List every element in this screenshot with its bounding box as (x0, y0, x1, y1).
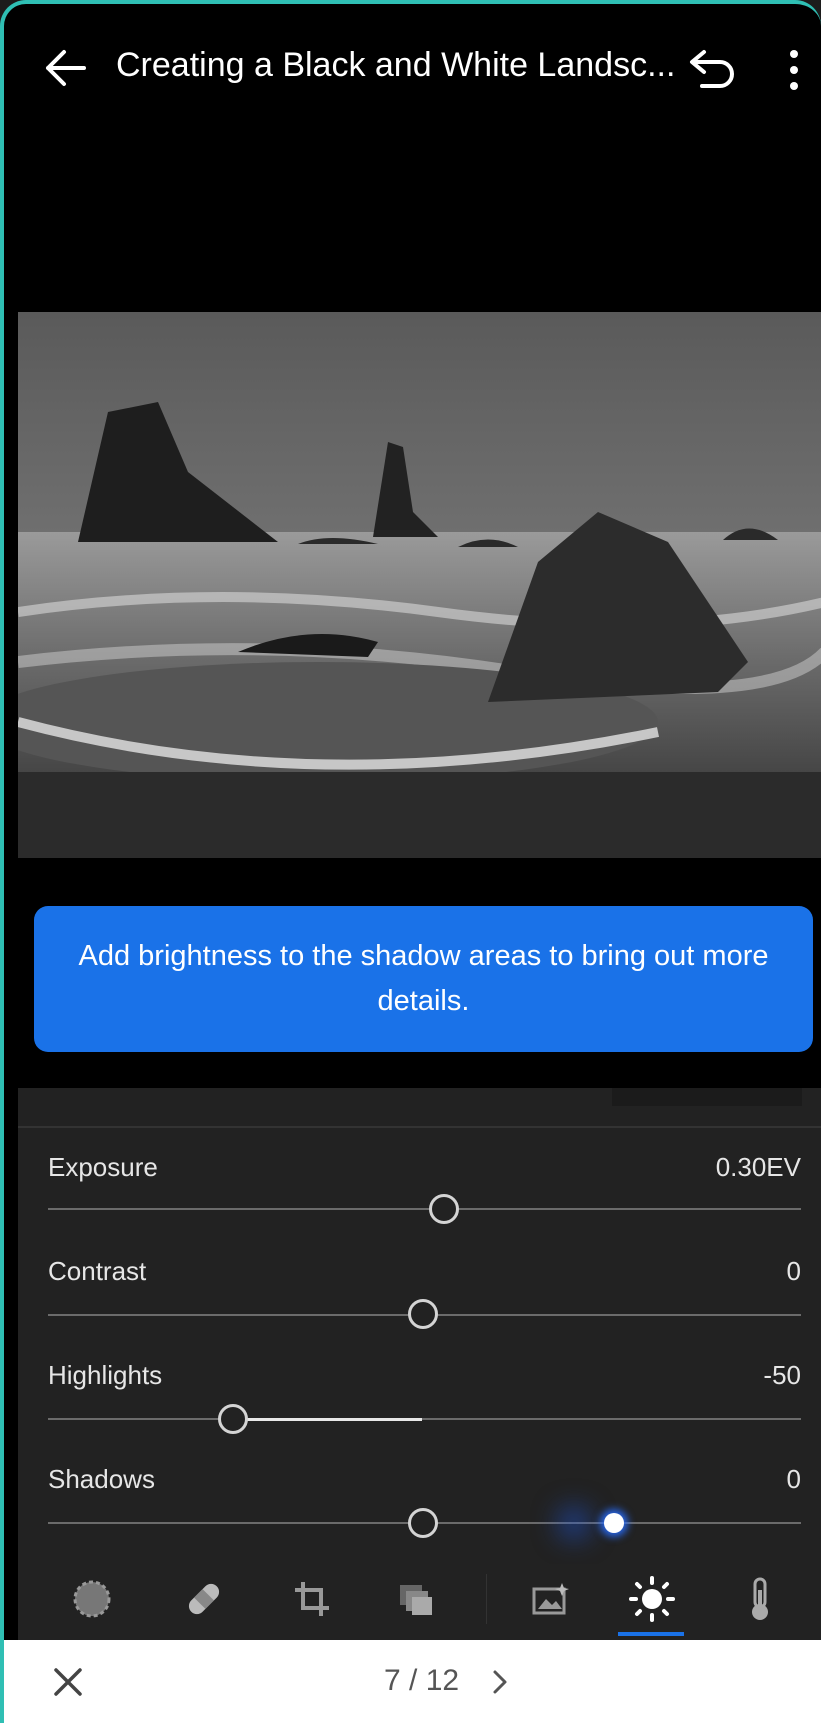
highlights-value: -50 (763, 1360, 801, 1390)
color-temperature-icon[interactable] (730, 1574, 790, 1624)
toolbar-separator (486, 1574, 487, 1624)
crop-icon[interactable] (282, 1574, 342, 1624)
light-icon[interactable] (622, 1574, 682, 1624)
auto-icon[interactable] (520, 1574, 580, 1624)
highlights-knob[interactable] (218, 1404, 248, 1434)
contrast-label: Contrast (48, 1256, 147, 1286)
shadows-value: 0 (786, 1464, 801, 1494)
chevron-right-icon[interactable] (488, 1664, 512, 1700)
close-icon[interactable] (48, 1662, 88, 1702)
panel-divider (18, 1126, 821, 1128)
shadows-knob[interactable] (408, 1508, 438, 1538)
tutorial-hint: Add brightness to the shadow areas to br… (34, 906, 813, 1052)
exposure-track[interactable] (48, 1208, 801, 1210)
more-vertical-icon[interactable] (782, 46, 806, 96)
highlights-label: Highlights (48, 1360, 163, 1390)
exposure-label: Exposure (48, 1152, 158, 1182)
step-counter: 7 / 12 (384, 1664, 460, 1697)
shadows-label: Shadows (48, 1464, 155, 1494)
highlights-track[interactable] (48, 1418, 801, 1420)
top-bar: Creating a Black and White Landsc... (4, 4, 821, 134)
coach-mark-dot (604, 1513, 624, 1533)
healing-icon[interactable] (174, 1574, 234, 1624)
exposure-value: 0.30EV (715, 1152, 801, 1182)
tutorial-footer: 7 / 12 (4, 1640, 821, 1723)
landscape-photo (18, 312, 821, 858)
page-title: Creating a Black and White Landsc... (116, 46, 676, 84)
phone-frame: Creating a Black and White Landsc... Add… (0, 0, 821, 1723)
panel-tab (612, 1088, 802, 1106)
tool-strip (18, 1564, 821, 1639)
presets-icon[interactable] (386, 1574, 446, 1624)
contrast-knob[interactable] (408, 1299, 438, 1329)
selective-icon[interactable] (62, 1574, 122, 1624)
highlights-fill (236, 1418, 422, 1421)
edit-panel: Exposure 0.30EV Contrast 0 Highlights -5… (18, 1088, 821, 1644)
active-tool-indicator (618, 1632, 684, 1636)
exposure-knob[interactable] (429, 1194, 459, 1224)
contrast-value: 0 (786, 1256, 801, 1286)
undo-icon[interactable] (688, 46, 738, 92)
back-arrow-icon[interactable] (42, 48, 88, 88)
